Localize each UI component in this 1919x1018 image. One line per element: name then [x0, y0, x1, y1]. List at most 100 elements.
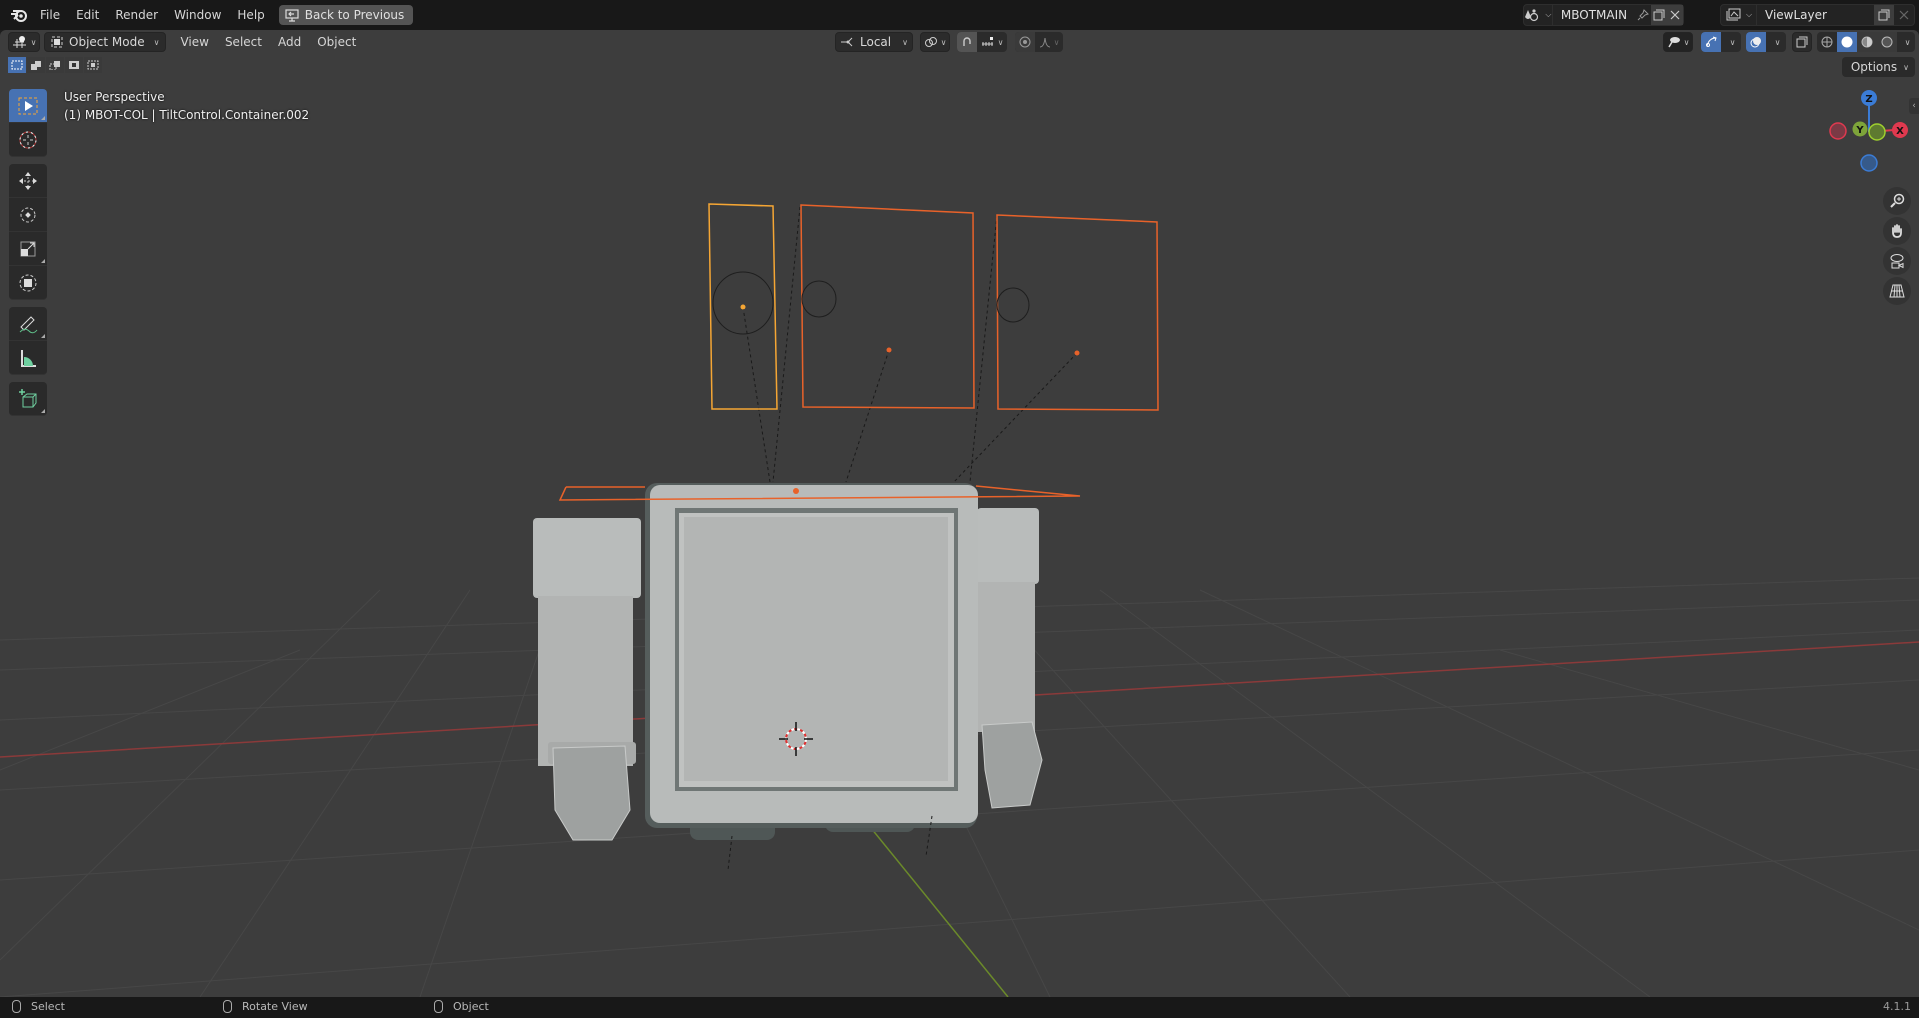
3d-viewport[interactable]: ∨ Object Mode ∨ View Select Add Object L… — [0, 30, 1919, 997]
delete-scene-icon[interactable] — [1667, 5, 1683, 25]
select-mode-invert-icon[interactable] — [65, 57, 83, 73]
tool-annotate[interactable] — [9, 307, 47, 341]
gizmo-group: ∨ — [1701, 32, 1741, 52]
tool-transform[interactable] — [9, 266, 47, 300]
camera-view-button[interactable] — [1883, 247, 1911, 275]
select-mode-extend-icon[interactable] — [27, 57, 45, 73]
camera-icon — [1889, 253, 1905, 269]
new-view-layer-icon[interactable] — [1874, 5, 1894, 25]
menu-window[interactable]: Window — [166, 4, 229, 26]
proportional-editing-icon[interactable] — [1015, 32, 1035, 52]
pan-view-button[interactable] — [1883, 217, 1911, 245]
3d-viewport-icon — [12, 35, 28, 49]
gizmo-dropdown[interactable]: ∨ — [1721, 32, 1741, 52]
screen-back-icon — [285, 8, 299, 22]
hand-icon — [1889, 223, 1905, 239]
menu-view[interactable]: View — [172, 32, 216, 52]
options-label: Options — [1850, 60, 1898, 74]
perspective-toggle-button[interactable] — [1883, 277, 1911, 305]
link-icon — [924, 36, 938, 48]
gizmo-neg-x — [1829, 122, 1847, 140]
selected-object-outlines — [558, 203, 1159, 501]
visibility-dropdown[interactable]: ∨ — [1663, 32, 1693, 52]
version-label: 4.1.1 — [1883, 1000, 1911, 1013]
navigation-gizmo[interactable]: Z Y X — [1825, 88, 1915, 178]
gizmo-toggle-icon[interactable] — [1701, 32, 1721, 52]
tool-add-cube[interactable] — [9, 382, 47, 416]
pin-icon[interactable] — [1635, 5, 1651, 25]
menu-select[interactable]: Select — [217, 32, 270, 52]
overlay-group: ∨ — [1746, 32, 1786, 52]
transform-icon — [17, 272, 39, 294]
snap-target-dropdown[interactable]: ∨ — [977, 32, 1007, 52]
select-mode-set-icon[interactable] — [8, 57, 26, 73]
status-middle-click: Rotate View — [223, 1000, 308, 1013]
scene-selector[interactable]: ⌵ MBOTMAIN — [1523, 4, 1684, 26]
snap-group: ∨ — [957, 32, 1007, 52]
shading-rendered-icon[interactable] — [1877, 32, 1897, 52]
status-object-label: Object — [453, 1000, 489, 1013]
measure-ruler-icon — [17, 347, 39, 369]
mode-label: Object Mode — [69, 35, 145, 49]
xray-toggle[interactable] — [1792, 32, 1812, 52]
scene-icon[interactable]: ⌵ — [1524, 5, 1553, 25]
menu-add[interactable]: Add — [270, 32, 309, 52]
view-layer-selector[interactable]: ⌵ ViewLayer — [1720, 4, 1915, 26]
tool-select-box[interactable] — [9, 89, 47, 123]
menu-file[interactable]: File — [32, 4, 68, 26]
menu-object[interactable]: Object — [309, 32, 364, 52]
options-dropdown[interactable]: Options ∨ — [1841, 57, 1915, 77]
select-mode-intersect-icon[interactable] — [84, 57, 102, 73]
mode-dropdown[interactable]: Object Mode ∨ — [44, 32, 167, 52]
falloff-dropdown[interactable]: ∨ — [1035, 32, 1063, 52]
delete-view-layer-icon[interactable] — [1894, 5, 1914, 25]
tool-scale[interactable] — [9, 232, 47, 266]
menu-help[interactable]: Help — [229, 4, 272, 26]
gizmo-neg-z — [1860, 154, 1878, 172]
svg-text:Y: Y — [1855, 125, 1864, 136]
scene-name[interactable]: MBOTMAIN — [1553, 8, 1635, 22]
shading-wireframe-icon[interactable] — [1817, 32, 1837, 52]
object-mode-icon — [51, 36, 63, 48]
top-bar: File Edit Render Window Help Back to Pre… — [0, 0, 1919, 30]
shading-group: ∨ — [1817, 32, 1915, 52]
shading-solid-icon[interactable] — [1837, 32, 1857, 52]
zoom-view-button[interactable] — [1883, 187, 1911, 215]
panel-outline-3 — [996, 214, 1159, 411]
mouse-middle-icon — [223, 1000, 232, 1013]
add-cube-icon — [17, 388, 39, 410]
view-name: User Perspective — [64, 90, 165, 104]
grid-perspective-icon — [1889, 283, 1905, 299]
select-mode-subtract-icon[interactable] — [46, 57, 64, 73]
zoom-icon — [1889, 193, 1905, 209]
status-rotate-label: Rotate View — [242, 1000, 308, 1013]
shading-dropdown[interactable]: ∨ — [1897, 32, 1915, 52]
view-layer-name[interactable]: ViewLayer — [1757, 8, 1874, 22]
new-scene-icon[interactable] — [1651, 5, 1668, 25]
overlays-dropdown[interactable]: ∨ — [1766, 32, 1786, 52]
overlays-toggle-icon[interactable] — [1746, 32, 1766, 52]
move-icon — [17, 170, 39, 192]
editor-type-button[interactable]: ∨ — [8, 32, 40, 52]
gizmo-neg-y — [1868, 123, 1886, 141]
tool-measure[interactable] — [9, 341, 47, 375]
shading-material-icon[interactable] — [1857, 32, 1877, 52]
back-to-previous-button[interactable]: Back to Previous — [278, 5, 414, 25]
view-layer-icon[interactable]: ⌵ — [1721, 5, 1757, 25]
scene-canvas[interactable] — [0, 30, 1919, 997]
transform-orientation-dropdown[interactable]: Local ∨ — [835, 32, 913, 52]
blender-logo-icon[interactable] — [6, 2, 32, 28]
menu-render[interactable]: Render — [107, 4, 166, 26]
selection-mode-buttons — [8, 57, 102, 73]
mouse-left-icon — [12, 1000, 21, 1013]
tool-shelf — [9, 89, 47, 416]
snap-magnet-icon[interactable] — [957, 32, 977, 52]
svg-text:Z: Z — [1865, 94, 1872, 105]
viewport-header: ∨ Object Mode ∨ View Select Add Object L… — [0, 30, 1919, 54]
select-box-icon — [17, 96, 39, 116]
tool-move[interactable] — [9, 164, 47, 198]
tool-rotate[interactable] — [9, 198, 47, 232]
menu-edit[interactable]: Edit — [68, 4, 107, 26]
tool-cursor[interactable] — [9, 123, 47, 157]
pivot-point-dropdown[interactable]: ∨ — [920, 32, 950, 52]
